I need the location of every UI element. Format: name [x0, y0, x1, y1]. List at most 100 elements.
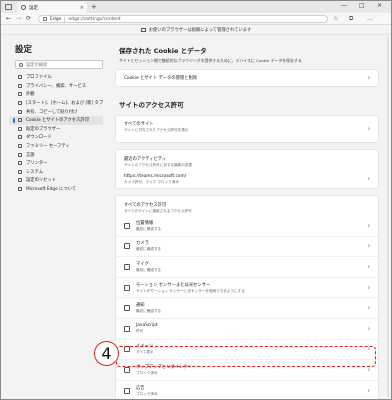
tab-bar: 設定 × + — □ ×: [1, 1, 391, 13]
sidebar-item[interactable]: システム: [9, 168, 103, 177]
sidebar-item-label: プロファイル: [26, 75, 52, 81]
sidebar-item-label: 言語: [26, 152, 35, 158]
browser-toolbar: ← → ⟳ Edge edge://settings/content ☆ ⧉ …: [1, 13, 391, 25]
permission-list: 位置情報 最初に確認する › カメラ 最初に確認する › マイク 最初に確認する › モーション …: [116, 216, 378, 399]
address-url[interactable]: edge://settings/content: [68, 17, 121, 22]
microphone-icon: [124, 263, 130, 270]
permission-row[interactable]: カメラ 最初に確認する ›: [116, 237, 378, 258]
reset-icon: [18, 178, 22, 183]
more-menu-icon[interactable]: …: [367, 15, 373, 22]
chevron-right-icon: ›: [367, 304, 370, 312]
sidebar-item-label: 設定のリセット: [26, 178, 57, 184]
sidebar-title: 設定: [15, 45, 33, 55]
sidebar-item[interactable]: ダウンロード: [9, 133, 103, 142]
scrollbar[interactable]: [387, 37, 389, 397]
manage-cookies-label: Cookie とサイト データの管理と削除: [124, 76, 198, 81]
recent-activity-header: 最近のアクティビティ サイトのアクセス許可に対する最新の変更: [116, 150, 378, 170]
permission-row[interactable]: 通知 最初に確認する ›: [116, 298, 378, 319]
permission-label: JavaScript: [136, 323, 158, 329]
cookie-section-title: 保存された Cookie とデータ: [119, 47, 207, 55]
popup-highlight-box: [116, 346, 376, 367]
all-sites-row[interactable]: すべてのサイト サイトに付与されたアクセス許可を表示 ›: [116, 116, 378, 142]
cookie-icon: [18, 118, 22, 123]
permission-row[interactable]: モーション センサーまたは光センサー サイトがモーション センサーと光センサーを使…: [116, 278, 378, 299]
all-sites-label: すべてのサイト: [124, 122, 154, 127]
language-icon: [18, 152, 22, 157]
chevron-right-icon: ›: [367, 366, 370, 374]
sidebar-item[interactable]: 言語: [9, 150, 103, 159]
step-number-badge: 4: [94, 341, 119, 366]
permission-row[interactable]: 位置情報 最初に確認する ›: [116, 216, 378, 237]
recent-activity-card: 最近のアクティビティ サイトのアクセス許可に対する最新の変更 https://t…: [115, 149, 379, 189]
recent-site-row[interactable]: https://teams.microsoft.com/ カメラ許可、マイク ブ…: [116, 170, 378, 188]
managed-banner-text: お使いのブラウザーは組織によって管理されています: [148, 28, 252, 33]
all-permissions-label: すべてのアクセス許可: [124, 203, 167, 208]
all-sites-card: すべてのサイト サイトに付与されたアクセス許可を表示 ›: [115, 115, 379, 143]
tab-settings[interactable]: 設定 ×: [17, 2, 87, 13]
share-icon: [18, 109, 22, 114]
recent-activity-label: 最近のアクティビティ: [124, 157, 167, 162]
sidebar-item[interactable]: プライバシー、検索、サービス: [9, 82, 103, 91]
sidebar-item[interactable]: プリンター: [9, 159, 103, 168]
managed-banner: お使いのブラウザーは組織によって管理されています: [1, 26, 391, 35]
permission-sub: 最初に確認する: [136, 267, 162, 272]
sidebar-item-label: [スタート]、[ホーム]、および [新] タブ: [26, 101, 104, 107]
sidebar-item[interactable]: 既定のブラウザー: [9, 125, 103, 134]
sidebar-item[interactable]: Cookie とサイトのアクセス許可: [9, 115, 103, 125]
sidebar-item[interactable]: [スタート]、[ホーム]、および [新] タブ: [9, 99, 103, 108]
close-window-button[interactable]: ×: [377, 2, 382, 9]
camera-icon: [124, 243, 130, 250]
new-tab-button[interactable]: +: [91, 3, 97, 11]
recent-site-sub: カメラ許可、マイク ブロック済み: [124, 179, 179, 184]
manage-cookies-row[interactable]: Cookie とサイト データの管理と削除 ›: [116, 70, 378, 86]
forward-button[interactable]: →: [16, 15, 21, 22]
back-button[interactable]: ←: [6, 15, 11, 22]
sidebar-item-label: 共有、コピーして貼り付け: [26, 109, 78, 115]
tab-actions-icon[interactable]: [5, 4, 12, 10]
recent-site-url: https://teams.microsoft.com/: [124, 173, 187, 179]
permission-row[interactable]: JavaScript 許可 ›: [116, 319, 378, 340]
permission-sub: 最初に確認する: [136, 309, 162, 314]
printer-icon: [18, 161, 22, 166]
sidebar-item[interactable]: 共有、コピーして貼り付け: [9, 107, 103, 116]
refresh-button[interactable]: ⟳: [26, 15, 31, 22]
permission-label: 位置情報: [136, 220, 154, 226]
settings-favicon-icon: [21, 5, 26, 10]
sidebar-item[interactable]: 外観: [9, 90, 103, 99]
chevron-right-icon: ›: [367, 284, 370, 292]
permission-row[interactable]: 広告 ブロック済み ›: [116, 381, 378, 399]
chevron-right-icon: ›: [367, 325, 370, 333]
organization-icon: [140, 28, 146, 32]
permission-row[interactable]: マイク 最初に確認する ›: [116, 257, 378, 278]
sidebar-item[interactable]: 設定のリセット: [9, 176, 103, 185]
sidebar-item[interactable]: ファミリー セーフティ: [9, 142, 103, 151]
settings-sidebar: 設定 設定の検索 プロファイル プライバシー、検索、サービス 外観 [スタート]、[ホ…: [9, 37, 109, 397]
chevron-right-icon: ›: [367, 387, 370, 395]
search-placeholder: 設定の検索: [26, 62, 48, 68]
sidebar-item-label: 既定のブラウザー: [26, 126, 61, 132]
collections-icon[interactable]: ⧉: [349, 15, 353, 23]
edge-icon: [18, 187, 22, 192]
minimize-button[interactable]: —: [341, 2, 347, 9]
all-permissions-header: すべてのアクセス許可 すべてのサイトに適用されるアクセス許可: [116, 196, 378, 216]
address-divider: [64, 16, 66, 22]
ads-icon: [124, 388, 130, 395]
permission-sub: 最初に確認する: [136, 226, 162, 231]
settings-search-input[interactable]: 設定の検索: [15, 60, 103, 69]
permission-label: 通知: [136, 303, 145, 309]
address-bar[interactable]: Edge edge://settings/content: [38, 15, 328, 23]
edge-logo-icon: [43, 17, 47, 21]
download-icon: [18, 135, 22, 140]
tab-close-button[interactable]: ×: [80, 5, 84, 11]
maximize-button[interactable]: □: [359, 2, 365, 9]
permission-sub: サイトがモーション センサーと光センサーを使用できるようにする: [136, 288, 245, 293]
chevron-right-icon: ›: [367, 222, 370, 230]
sidebar-item-label: Cookie とサイトのアクセス許可: [26, 118, 89, 124]
sidebar-item[interactable]: Microsoft Edge について: [9, 185, 103, 194]
sidebar-item-label: プリンター: [26, 161, 48, 167]
all-permissions-card: すべてのアクセス許可 すべてのサイトに適用されるアクセス許可 位置情報 最初に確認…: [115, 195, 379, 399]
cookie-card: Cookie とサイト データの管理と削除 ›: [115, 69, 379, 87]
chevron-right-icon: ›: [367, 125, 370, 133]
favorite-star-icon[interactable]: ☆: [333, 15, 338, 22]
sidebar-item[interactable]: プロファイル: [9, 73, 103, 82]
